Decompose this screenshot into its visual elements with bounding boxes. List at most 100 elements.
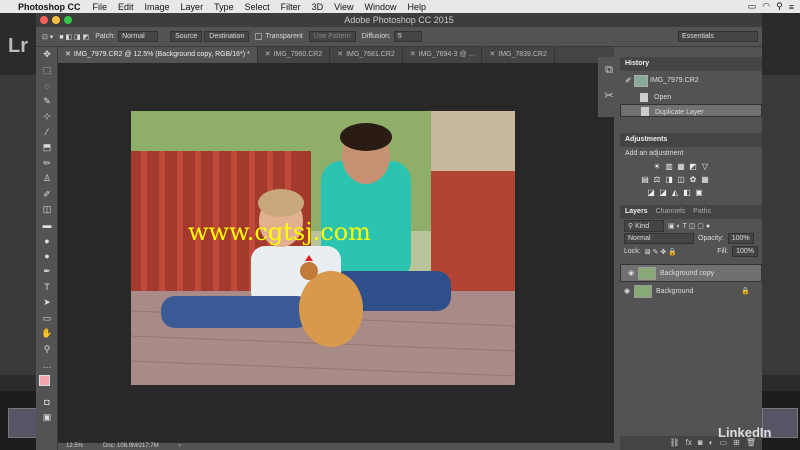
menu-type[interactable]: Type (214, 2, 234, 12)
search-icon[interactable]: ⚲ (776, 1, 783, 12)
photo-filter-icon[interactable]: ◫ (676, 175, 686, 184)
filter-icons[interactable]: ▣ ◐ T ◫ ▢ ● (668, 222, 710, 230)
adjustments-panel-header[interactable]: Adjustments (620, 133, 762, 147)
menu-edit[interactable]: Edit (118, 2, 134, 12)
menu-layer[interactable]: Layer (181, 2, 204, 12)
foreground-color-swatch[interactable] (39, 374, 50, 386)
stamp-tool-icon[interactable]: ♙ (36, 171, 58, 187)
diffusion-select[interactable]: 5 (393, 31, 422, 42)
layer-background-copy[interactable]: ◉ Background copy (620, 264, 762, 282)
workspace-select[interactable]: Essentials (678, 31, 758, 42)
exposure-icon[interactable]: ◩ (688, 162, 698, 171)
menu-filter[interactable]: Filter (281, 2, 301, 12)
screen-mode-icon[interactable]: ▣ (36, 410, 58, 426)
tab-paths[interactable]: Paths (693, 205, 711, 219)
tool-preset-picker[interactable]: ⊡ ▾ (42, 33, 53, 41)
zoom-level[interactable]: 12.5% (66, 443, 83, 450)
minimize-icon[interactable] (52, 16, 60, 24)
battery-icon[interactable]: ▭ (748, 1, 757, 12)
transparent-checkbox[interactable] (255, 33, 263, 40)
threshold-icon[interactable]: ◭ (670, 188, 680, 197)
brush-tool-icon[interactable]: ✏ (36, 156, 58, 172)
tab-img-7960[interactable]: ✕ IMG_7960.CR2 (258, 47, 331, 63)
type-tool-icon[interactable]: T (36, 280, 58, 296)
hand-tool-icon[interactable]: ✋ (36, 326, 58, 342)
shape-tool-icon[interactable]: ▭ (36, 311, 58, 327)
fill-input[interactable]: 100% (732, 246, 758, 257)
menu-icon[interactable]: ≡ (789, 2, 794, 12)
blend-mode-select[interactable]: Normal (624, 233, 694, 244)
lock-icons[interactable]: ⊠ ✎ ✥ 🔒 (645, 248, 677, 256)
opacity-input[interactable]: 100% (727, 233, 754, 244)
app-menu[interactable]: Photoshop CC (18, 2, 81, 12)
menu-view[interactable]: View (334, 2, 353, 12)
invert-icon[interactable]: ◪ (646, 188, 656, 197)
destination-button[interactable]: Destination (204, 31, 250, 42)
close-icon[interactable] (40, 16, 48, 24)
color-swatches[interactable] (36, 373, 58, 395)
history-snapshot[interactable]: ✐ IMG_7979.CR2 (620, 71, 762, 91)
layer-kind-select[interactable]: ⚲ Kind (624, 219, 664, 232)
close-tab-icon[interactable]: ✕ (265, 51, 271, 58)
zoom-tool-icon[interactable]: ⚲ (36, 342, 58, 358)
channel-mixer-icon[interactable]: ✿ (688, 175, 698, 184)
close-tab-icon[interactable]: ✕ (489, 51, 495, 58)
quick-select-tool-icon[interactable]: ✎ (36, 94, 58, 110)
tools-preset-icon[interactable]: ✂ (598, 83, 620, 109)
close-tab-icon[interactable]: ✕ (410, 51, 416, 58)
eyedropper-tool-icon[interactable]: ⁄ (36, 125, 58, 141)
selection-mode-icons[interactable]: ■ ◧ ◨ ◩ (59, 33, 89, 41)
lasso-tool-icon[interactable]: ◌ (36, 78, 58, 94)
tab-img-7681[interactable]: ✕ IMG_7681.CR2 (330, 47, 403, 63)
menu-file[interactable]: File (93, 2, 108, 12)
menu-3d[interactable]: 3D (312, 2, 324, 12)
tab-img-7839[interactable]: ✕ IMG_7839.CR2 (482, 47, 555, 63)
selective-color-icon[interactable]: ▣ (694, 188, 704, 197)
brightness-icon[interactable]: ☀ (652, 162, 662, 171)
new-adjustment-icon[interactable]: ◐ (709, 436, 714, 450)
path-select-tool-icon[interactable]: ➤ (36, 295, 58, 311)
zoom-icon[interactable] (64, 16, 72, 24)
visibility-eye-icon[interactable]: ◉ (624, 269, 638, 277)
close-tab-icon[interactable]: ✕ (65, 51, 71, 58)
levels-icon[interactable]: ▥ (664, 162, 674, 171)
curves-icon[interactable]: ▦ (676, 162, 686, 171)
dodge-tool-icon[interactable]: ● (36, 249, 58, 265)
hue-saturation-icon[interactable]: ▤ (640, 175, 650, 184)
vibrance-icon[interactable]: ▽ (700, 162, 710, 171)
history-panel-header[interactable]: History (620, 57, 762, 71)
quick-mask-icon[interactable]: ◘ (36, 395, 58, 411)
tab-img-7979[interactable]: ✕ IMG_7979.CR2 @ 12.5% (Background copy, … (58, 47, 258, 63)
visibility-eye-icon[interactable]: ◉ (620, 287, 634, 295)
eraser-tool-icon[interactable]: ◫ (36, 202, 58, 218)
history-panel-icon[interactable]: ⧉ (598, 57, 620, 83)
fx-icon[interactable]: fx (686, 436, 692, 450)
history-step-duplicate-layer[interactable]: Duplicate Layer (620, 104, 762, 117)
menu-image[interactable]: Image (145, 2, 170, 12)
source-button[interactable]: Source (170, 31, 203, 42)
tab-layers[interactable]: Layers (625, 205, 648, 219)
color-lookup-icon[interactable]: ▦ (700, 175, 710, 184)
history-brush-tool-icon[interactable]: ✐ (36, 187, 58, 203)
marquee-tool-icon[interactable]: ⬚ (36, 63, 58, 79)
tab-img-7694[interactable]: ✕ IMG_7694-3 @ ... (403, 47, 483, 63)
layer-background[interactable]: ◉ Background 🔒 (620, 282, 762, 300)
posterize-icon[interactable]: ◪ (658, 188, 668, 197)
add-mask-icon[interactable]: ◙ (698, 436, 703, 450)
history-step-open[interactable]: Open (620, 91, 762, 104)
blur-tool-icon[interactable]: ● (36, 233, 58, 249)
link-layers-icon[interactable]: ⛓ (670, 436, 680, 450)
crop-tool-icon[interactable]: ⊹ (36, 109, 58, 125)
use-pattern-button[interactable]: Use Pattern (308, 31, 356, 42)
close-tab-icon[interactable]: ✕ (337, 51, 343, 58)
tab-channels[interactable]: Channels (656, 205, 686, 219)
move-tool-icon[interactable]: ✥ (36, 47, 58, 63)
wifi-icon[interactable]: ◠ (762, 1, 770, 12)
menu-select[interactable]: Select (245, 2, 270, 12)
gradient-map-icon[interactable]: ◧ (682, 188, 692, 197)
patch-tool-icon[interactable]: ⬒ (36, 140, 58, 156)
menu-window[interactable]: Window (364, 2, 396, 12)
patch-mode-select[interactable]: Normal (118, 31, 159, 42)
document-photo[interactable] (131, 111, 515, 385)
black-white-icon[interactable]: ◨ (664, 175, 674, 184)
